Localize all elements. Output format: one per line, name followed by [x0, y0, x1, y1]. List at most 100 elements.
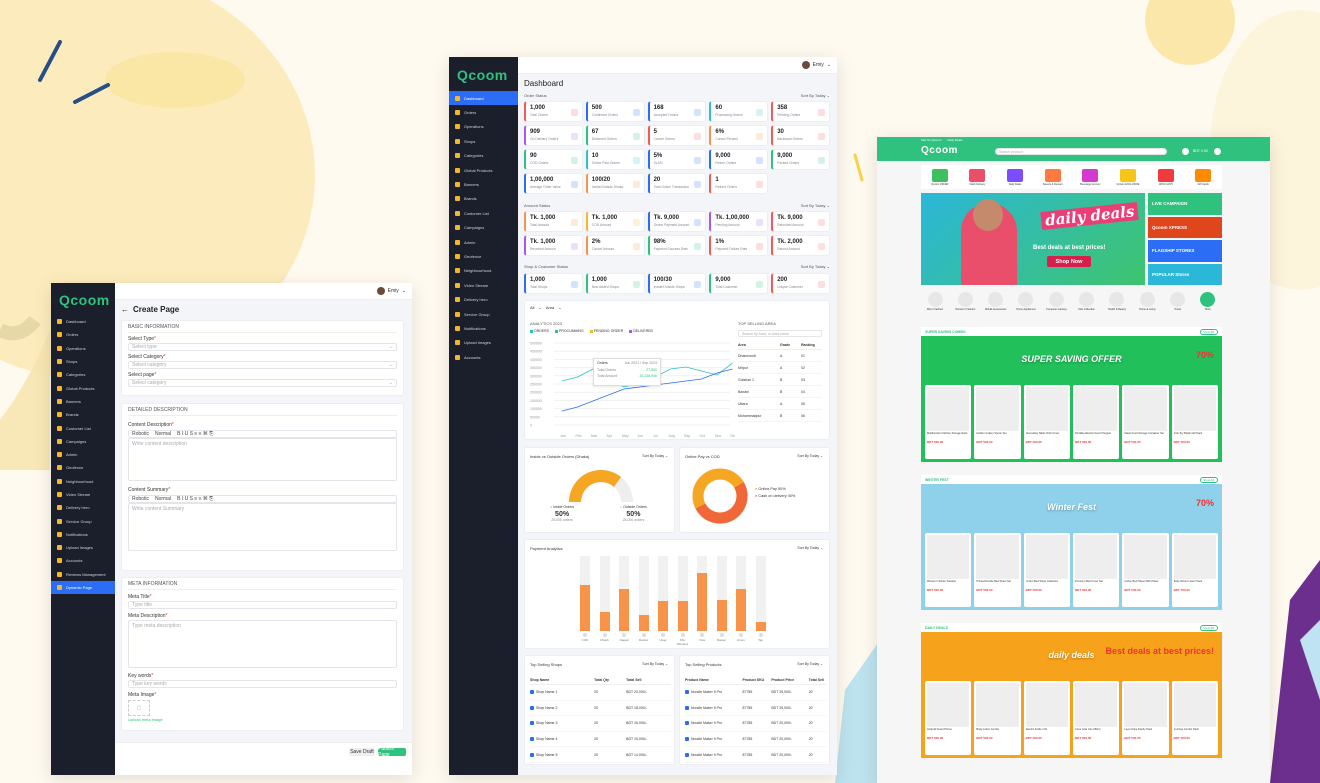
category-tile[interactable]: Sweets & Dessert — [1036, 168, 1070, 186]
sidebar-item[interactable]: Reviews Management — [51, 568, 115, 581]
side-banner[interactable]: POPULAR Stores — [1148, 263, 1222, 285]
sidebar-item[interactable]: Dashboard — [449, 91, 518, 106]
sidebar-item[interactable]: Campaigns — [449, 221, 518, 235]
user-menu[interactable]: Emiy ⌄ — [376, 287, 406, 295]
sort-dropdown[interactable]: Sort By Today ⌄ — [801, 93, 830, 98]
account-icon[interactable] — [1214, 148, 1221, 155]
meta-title-input[interactable]: Type title — [128, 601, 397, 609]
sidebar-item[interactable]: Global Products — [449, 163, 518, 177]
table-row[interactable]: Noodle Maker 9 Pro 87785 BDT 20,000/- 20 — [685, 747, 826, 763]
sidebar-item[interactable]: Video Stream — [449, 278, 518, 292]
sidebar-item[interactable]: Service Group — [51, 514, 115, 527]
category-tile[interactable]: Qcoom OFFER — [923, 168, 957, 186]
table-row[interactable]: Noodle Maker 9 Pro 87785 BDT 20,000/- 20 — [685, 701, 826, 717]
product-card[interactable]: Decorative Table Cloth Cover BDT 500.00 — [1023, 385, 1070, 459]
save-draft-button[interactable]: Save Draft — [349, 748, 375, 756]
sidebar-item[interactable]: Video Stream — [51, 488, 115, 501]
hero-banner[interactable]: daily deals Best deals at best prices! S… — [921, 193, 1145, 285]
product-card[interactable]: Premium Bed Cover Set BDT 500.00 — [1072, 533, 1120, 607]
cart-icon[interactable] — [1182, 148, 1189, 155]
sidebar-item[interactable]: Admin — [51, 448, 115, 461]
category-shortcut[interactable]: Travel — [1164, 292, 1192, 318]
sidebar-item[interactable]: Notifications — [449, 321, 518, 335]
sidebar-item[interactable]: Accounts — [51, 554, 115, 567]
section-banner[interactable]: SUPER SAVING OFFER 70% — [921, 336, 1222, 382]
sidebar-item[interactable]: Banners — [449, 177, 518, 191]
image-upload-box[interactable]: ▢ — [128, 700, 150, 716]
side-banner[interactable]: Qcoom XPRESS — [1148, 216, 1222, 238]
view-all-button[interactable]: View All — [1199, 476, 1218, 483]
product-card[interactable]: Baby Winter Lotion Pack BDT 500.00 — [1171, 533, 1218, 607]
table-row[interactable]: Shop Name 1 20 BDT 20,000/- — [530, 685, 671, 701]
sidebar-item[interactable]: Brands — [449, 192, 518, 206]
analytics-filters[interactable]: All ⌄ Area ⌄ — [530, 305, 562, 310]
store-search[interactable]: Search product — [995, 148, 1167, 155]
sort-dropdown[interactable]: Sort By Today ⌄ — [801, 264, 830, 269]
sort-dropdown[interactable]: Sort By Today ⌄ — [797, 662, 823, 666]
back-arrow-icon[interactable]: ← — [121, 305, 129, 314]
table-row[interactable]: Noodle Maker 9 Pro 87785 BDT 20,000/- 20 — [685, 685, 826, 701]
shop-now-button[interactable]: Shop Now — [1047, 256, 1091, 267]
category-shortcut[interactable]: More — [1194, 292, 1222, 318]
sidebar-item[interactable]: Customer List — [51, 421, 115, 434]
top-links[interactable]: Sell On Qcoom Daily Deals — [921, 138, 963, 142]
sort-dropdown[interactable]: Sort By Today ⌄ — [797, 546, 823, 550]
select-category-dropdown[interactable]: Select category ⌄ — [128, 361, 397, 369]
sort-dropdown[interactable]: Sort By Today ⌄ — [801, 203, 830, 208]
table-row[interactable]: Shop Name 2 20 BDT 18,000/- — [530, 701, 671, 717]
product-card[interactable]: Coca Cola Can 250ml BDT 500.00 — [1072, 681, 1120, 755]
select-page-dropdown[interactable]: Select category ⌄ — [128, 379, 397, 387]
product-card[interactable]: Electric Kettle 1.8L BDT 500.00 — [1023, 681, 1070, 755]
sidebar-item[interactable]: Campaigns — [51, 435, 115, 448]
sidebar-item[interactable]: Geofence — [449, 249, 518, 263]
editor-toolbar[interactable]: Robotic Normal B I U S ≡ ≡ ⌘ ⎘ — [128, 430, 397, 438]
category-shortcut[interactable]: Home Appliances — [1012, 292, 1040, 318]
category-tile[interactable]: 100% CASH — [1149, 168, 1183, 186]
sidebar-item[interactable]: Banners — [51, 395, 115, 408]
sidebar-item[interactable]: Delivery hero — [449, 292, 518, 306]
sidebar-item[interactable]: Accounts — [449, 350, 518, 364]
category-tile[interactable]: Flash Delivery — [960, 168, 994, 186]
meta-desc-input[interactable]: Type meta description — [128, 620, 397, 668]
sidebar-item[interactable]: Admin — [449, 235, 518, 249]
product-card[interactable]: Body Lotion Combo BDT 500.00 — [974, 681, 1021, 755]
product-card[interactable]: Ketchup Combo Pack BDT 500.00 — [1171, 681, 1218, 755]
sidebar-item[interactable]: Dynamic Page — [51, 580, 115, 595]
keywords-input[interactable]: Type key words — [128, 680, 397, 688]
sort-dropdown[interactable]: Sort By Today ⌄ — [642, 662, 668, 666]
sort-dropdown[interactable]: Sort By Today ⌄ — [642, 454, 668, 458]
table-row[interactable]: Noodle Maker 9 Pro 87785 BDT 20,000/- 20 — [685, 732, 826, 748]
category-shortcut[interactable]: Computer Gaming — [1042, 292, 1070, 318]
category-shortcut[interactable]: Health & Beauty — [1103, 292, 1131, 318]
product-card[interactable]: Golden Cutlery Spoon Set BDT 500.00 — [974, 385, 1021, 459]
product-card[interactable]: Glass Food Storage Container Set BDT 500.… — [1122, 385, 1169, 459]
sidebar-item[interactable]: Shops — [51, 355, 115, 368]
product-card[interactable]: Lays Chips Family Pack BDT 500.00 — [1122, 681, 1169, 755]
sidebar-item[interactable]: Dashboard — [51, 315, 115, 328]
product-card[interactable]: Android Smart Phone BDT 500.00 — [925, 681, 972, 755]
content-desc-editor[interactable]: Write content description — [128, 438, 397, 481]
publish-button[interactable]: Publish Page — [378, 746, 406, 758]
sidebar-item[interactable]: Notifications — [51, 528, 115, 541]
table-row[interactable]: Shop Name 4 20 BDT 15,000/- — [530, 732, 671, 748]
sidebar-item[interactable]: Service Group — [449, 307, 518, 321]
sidebar-item[interactable]: Geofence — [51, 461, 115, 474]
table-row[interactable]: Shop Name 5 20 BDT 14,000/- — [530, 747, 671, 763]
table-row[interactable]: Shop Name 3 20 BDT 16,000/- — [530, 716, 671, 732]
category-tile[interactable]: Gift Cards — [1186, 168, 1220, 186]
category-shortcut[interactable]: Men's Fashion — [921, 292, 949, 318]
sidebar-item[interactable]: Customer List — [449, 206, 518, 220]
category-tile[interactable]: Daily Deals — [998, 168, 1032, 186]
category-tile[interactable]: Beverage Grocery — [1073, 168, 1107, 186]
category-tile[interactable]: Qcoom EXCLUSIVE — [1111, 168, 1145, 186]
category-shortcut[interactable]: Home & Living — [1133, 292, 1161, 318]
side-banner[interactable]: LIVE CAMPAIGN — [1148, 193, 1222, 215]
top-area-search[interactable]: Search by Area, or Area name — [738, 330, 822, 337]
sidebar-item[interactable]: Operations — [51, 342, 115, 355]
sidebar-item[interactable]: Orders — [449, 105, 518, 119]
product-card[interactable]: Cotton Bed Sheet Collection BDT 500.00 — [1023, 533, 1070, 607]
view-all-button[interactable]: View All — [1199, 328, 1218, 335]
sidebar-item[interactable]: Operations — [449, 120, 518, 134]
select-type-dropdown[interactable]: Select type ⌄ — [128, 343, 397, 351]
sidebar-item[interactable]: Shops — [449, 134, 518, 148]
